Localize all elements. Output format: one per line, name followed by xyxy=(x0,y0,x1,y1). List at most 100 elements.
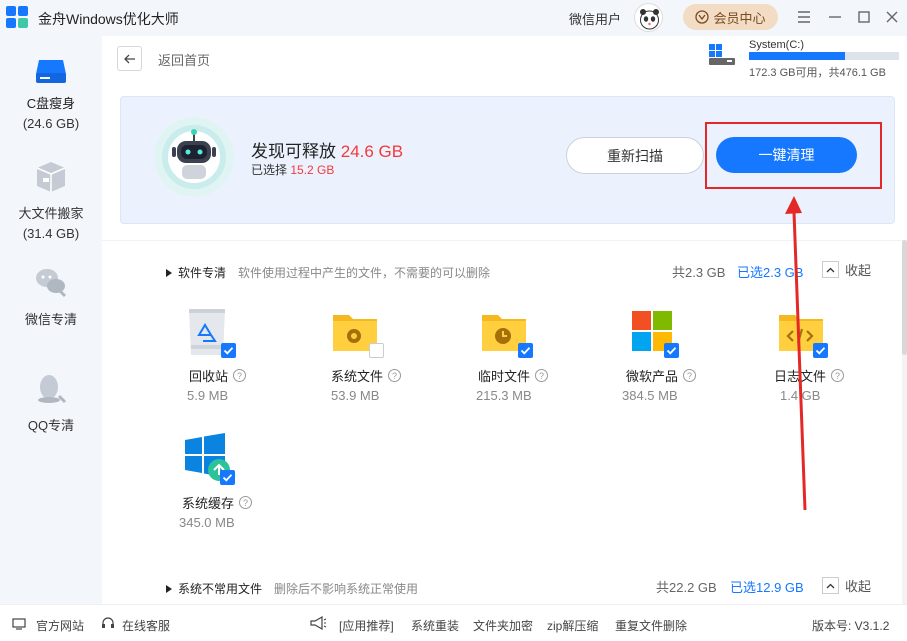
disk-name: System(C:) xyxy=(749,39,804,51)
sidebar-item-label: 大文件搬家 xyxy=(18,206,84,221)
megaphone-icon xyxy=(310,615,327,631)
item-checkbox[interactable] xyxy=(664,343,679,358)
bottom-bar: 官方网站 在线客服 [应用推荐] 系统重装 文件夹加密 zip解压缩 重复文件删… xyxy=(0,604,907,641)
chevron-up-icon xyxy=(822,577,839,594)
selected-value: 15.2 GB xyxy=(290,163,335,177)
collapse-button[interactable]: 收起 xyxy=(822,260,871,279)
vip-icon xyxy=(695,10,710,24)
section-header[interactable]: 软件专清 软件使用过程中产生的文件，不需要的可以删除 xyxy=(166,264,490,281)
item-name: 系统缓存? xyxy=(182,493,253,512)
help-icon[interactable]: ? xyxy=(535,369,549,382)
found-prefix: 发现可释放 xyxy=(251,142,336,161)
caret-right-icon xyxy=(166,268,172,277)
item-label: 系统文件 xyxy=(331,369,384,384)
help-icon[interactable]: ? xyxy=(388,369,402,382)
version-label: 版本号: V3.1.2 xyxy=(812,619,890,633)
found-text: 发现可释放 24.6 GB xyxy=(251,137,403,162)
vip-label: 会员中心 xyxy=(713,10,766,26)
hard-drive-icon xyxy=(709,44,735,65)
item-checkbox[interactable] xyxy=(369,343,384,358)
item-log-files[interactable]: 日志文件? 1.4 GB xyxy=(774,305,887,415)
item-size: 215.3 MB xyxy=(476,388,532,403)
item-size: 1.4 GB xyxy=(780,388,821,403)
sidebar-item-label: C盘瘦身 xyxy=(26,96,76,111)
online-service-link[interactable]: 在线客服 xyxy=(122,617,170,634)
monitor-icon xyxy=(12,618,26,630)
collapse-button[interactable]: 收起 xyxy=(822,576,871,595)
help-icon[interactable]: ? xyxy=(831,369,845,382)
item-size: 5.9 MB xyxy=(187,388,229,403)
sidebar-item-wechat[interactable]: 微信专清 xyxy=(0,264,102,334)
help-icon[interactable]: ? xyxy=(233,369,247,382)
help-icon[interactable]: ? xyxy=(683,369,697,382)
back-home-link[interactable]: 返回首页 xyxy=(158,50,210,69)
item-checkbox[interactable] xyxy=(518,343,533,358)
app-recommend-label: [应用推荐] xyxy=(339,619,394,633)
found-value: 24.6 GB xyxy=(340,142,404,161)
avatar[interactable] xyxy=(634,3,663,32)
item-name: 回收站? xyxy=(189,366,247,385)
sidebar-item-sub: (31.4 GB) xyxy=(22,226,80,241)
item-label: 临时文件 xyxy=(478,369,531,384)
close-icon[interactable] xyxy=(883,8,901,26)
arrow-left-icon xyxy=(123,54,135,63)
rescan-button[interactable]: 重新扫描 xyxy=(566,137,704,174)
link-zip-extract[interactable]: zip解压缩 xyxy=(547,617,598,634)
sidebar-item-label: 微信专清 xyxy=(24,312,77,327)
item-label: 系统缓存 xyxy=(182,496,235,511)
collapse-label: 收起 xyxy=(845,579,872,594)
link-duplicate-delete[interactable]: 重复文件删除 xyxy=(615,617,687,634)
section-total: 共2.3 GB xyxy=(672,265,726,280)
headset-icon xyxy=(102,617,114,628)
scrollbar-thumb[interactable] xyxy=(902,240,907,355)
maximize-icon[interactable] xyxy=(855,8,873,26)
wechat-icon xyxy=(36,269,67,298)
item-size: 53.9 MB xyxy=(331,388,380,403)
help-icon[interactable]: ? xyxy=(239,496,253,509)
title-bar: 金舟Windows优化大师 微信用户 会员中心 xyxy=(0,0,907,36)
disk-info: 172.3 GB可用，共476.1 GB xyxy=(749,67,886,79)
sidebar-item-label: QQ专清 xyxy=(27,418,75,433)
sidebar-item-large-files[interactable]: 大文件搬家 (31.4 GB) xyxy=(0,158,102,262)
menu-icon[interactable] xyxy=(795,8,813,26)
app-logo-icon xyxy=(6,6,28,28)
chevron-up-icon xyxy=(822,261,839,278)
item-checkbox[interactable] xyxy=(220,470,235,485)
user-name[interactable]: 微信用户 xyxy=(569,9,621,28)
item-name: 微软产品? xyxy=(626,366,697,385)
divider xyxy=(102,240,907,241)
item-system-files[interactable]: 系统文件? 53.9 MB xyxy=(331,305,441,415)
minimize-icon[interactable] xyxy=(826,8,844,26)
vip-center-button[interactable]: 会员中心 xyxy=(683,4,778,30)
section-total: 共22.2 GB xyxy=(656,580,717,595)
item-label: 微软产品 xyxy=(626,369,679,384)
box-move-icon xyxy=(36,162,66,192)
section-header[interactable]: 系统不常用文件 删除后不影响系统正常使用 xyxy=(166,580,418,597)
qq-icon xyxy=(38,375,67,404)
sidebar-item-qq[interactable]: QQ专清 xyxy=(0,370,102,440)
item-system-cache[interactable]: 系统缓存? 345.0 MB xyxy=(179,432,293,542)
item-recycle-bin[interactable]: 回收站? 5.9 MB xyxy=(183,305,293,415)
app-title: 金舟Windows优化大师 xyxy=(38,11,179,27)
link-folder-encrypt[interactable]: 文件夹加密 xyxy=(473,617,533,634)
item-checkbox[interactable] xyxy=(221,343,236,358)
panda-avatar-icon xyxy=(640,9,659,30)
section-selected: 已选12.9 GB xyxy=(730,580,804,595)
section-desc: 软件使用过程中产生的文件，不需要的可以删除 xyxy=(238,266,491,280)
item-microsoft-products[interactable]: 微软产品? 384.5 MB xyxy=(622,305,740,415)
caret-right-icon xyxy=(166,584,172,593)
item-label: 日志文件 xyxy=(774,369,827,384)
item-temp-files[interactable]: 临时文件? 215.3 MB xyxy=(476,305,590,415)
item-checkbox[interactable] xyxy=(813,343,828,358)
disk-usage-fill xyxy=(749,52,845,60)
selected-text: 已选择 15.2 GB xyxy=(251,161,334,178)
app-window: 金舟Windows优化大师 微信用户 会员中心 C盘瘦身 (24.6 GB) 大… xyxy=(0,0,907,641)
disk-clean-icon xyxy=(36,60,66,83)
highlight-box xyxy=(705,122,882,189)
item-label: 回收站 xyxy=(189,369,229,384)
back-button[interactable] xyxy=(117,46,142,71)
sidebar-item-c-drive[interactable]: C盘瘦身 (24.6 GB) xyxy=(0,50,102,154)
official-site-link[interactable]: 官方网站 xyxy=(36,617,84,634)
item-name: 日志文件? xyxy=(774,366,845,385)
link-system-reinstall[interactable]: 系统重装 xyxy=(411,617,459,634)
